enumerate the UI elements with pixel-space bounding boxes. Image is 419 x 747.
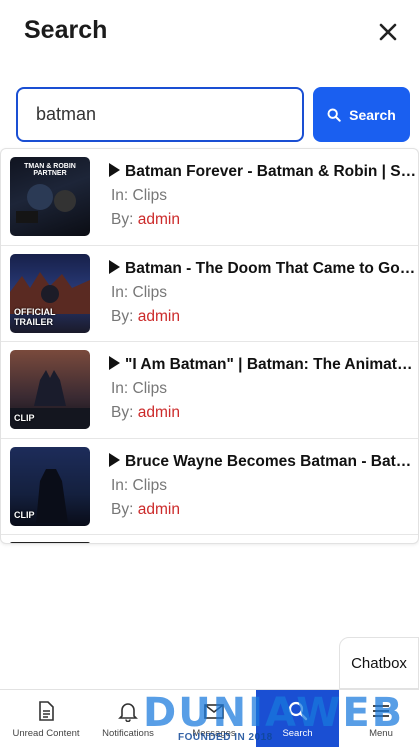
nav-label: Unread Content: [12, 728, 80, 739]
thumbnail-caption: OFFICIAL TRAILER: [14, 306, 56, 327]
menu-icon: [373, 705, 389, 717]
search-icon: [288, 701, 307, 721]
result-title[interactable]: Batman Forever - Batman & Robin | Su...: [109, 163, 417, 181]
list-item[interactable]: CLIP "I Am Batman" | Batman: The Animate…: [1, 342, 418, 439]
nav-search[interactable]: Search: [256, 690, 339, 747]
result-category: In: Clips: [111, 187, 167, 204]
thumbnail-top-text: TMAN & ROBIN PARTNER: [24, 163, 76, 177]
result-author-line: By: admin: [111, 307, 180, 325]
result-category: In: Clips: [111, 283, 167, 301]
result-title[interactable]: Batman - The Doom That Came to Got...: [109, 259, 417, 278]
video-thumbnail[interactable]: CLIP: [10, 350, 90, 429]
list-item[interactable]: OFFICIAL TRAILER Batman - The Doom That …: [1, 246, 418, 342]
play-icon: [109, 259, 120, 274]
result-category: In: Clips: [111, 380, 167, 397]
nav-label: Notifications: [102, 728, 154, 739]
nav-label: Search: [282, 728, 313, 739]
result-title[interactable]: Bruce Wayne Becomes Batman - Batm...: [109, 452, 417, 471]
partial-thumbnail: [10, 542, 90, 543]
bell-icon: [118, 703, 138, 722]
list-item[interactable]: CLIP Bruce Wayne Becomes Batman - Batm..…: [1, 439, 418, 535]
envelope-icon: [204, 704, 224, 719]
nav-messages[interactable]: Messages: [174, 690, 254, 747]
author-link[interactable]: admin: [138, 211, 180, 228]
search-button[interactable]: Search: [313, 87, 410, 142]
search-input[interactable]: [16, 87, 304, 142]
search-results-list: TMAN & ROBIN PARTNER Batman Forever - Ba…: [0, 148, 419, 544]
author-link[interactable]: admin: [138, 501, 180, 518]
result-author-line: By: admin: [111, 404, 180, 421]
result-author-line: By: admin: [111, 211, 180, 228]
search-icon: [327, 108, 341, 122]
author-link[interactable]: admin: [138, 308, 180, 325]
play-icon: [109, 356, 120, 370]
nav-notifications[interactable]: Notifications: [92, 690, 164, 747]
nav-label: Menu: [369, 728, 393, 739]
document-icon: [39, 701, 54, 721]
thumbnail-caption: CLIP: [14, 413, 35, 423]
play-icon: [109, 163, 120, 177]
play-icon: [109, 452, 120, 467]
result-category: In: Clips: [111, 476, 167, 494]
nav-label: Messages: [192, 728, 236, 739]
nav-unread-content[interactable]: Unread Content: [4, 690, 88, 747]
result-author-line: By: admin: [111, 500, 180, 518]
nav-menu[interactable]: Menu: [343, 690, 419, 747]
video-thumbnail[interactable]: TMAN & ROBIN PARTNER: [10, 157, 90, 236]
bottom-nav: Unread Content Notifications Messages Se…: [0, 689, 419, 747]
close-icon[interactable]: [376, 20, 400, 44]
page-title: Search: [24, 16, 108, 44]
thumbnail-caption: CLIP: [14, 509, 35, 520]
search-button-label: Search: [349, 106, 396, 123]
author-link[interactable]: admin: [138, 404, 180, 421]
chatbox-button[interactable]: Chatbox: [339, 637, 419, 689]
list-item[interactable]: TMAN & ROBIN PARTNER Batman Forever - Ba…: [1, 149, 418, 246]
video-thumbnail[interactable]: OFFICIAL TRAILER: [10, 253, 90, 333]
result-title[interactable]: "I Am Batman" | Batman: The Animate...: [109, 356, 417, 374]
header: Search: [0, 0, 419, 70]
video-thumbnail[interactable]: CLIP: [10, 446, 90, 526]
